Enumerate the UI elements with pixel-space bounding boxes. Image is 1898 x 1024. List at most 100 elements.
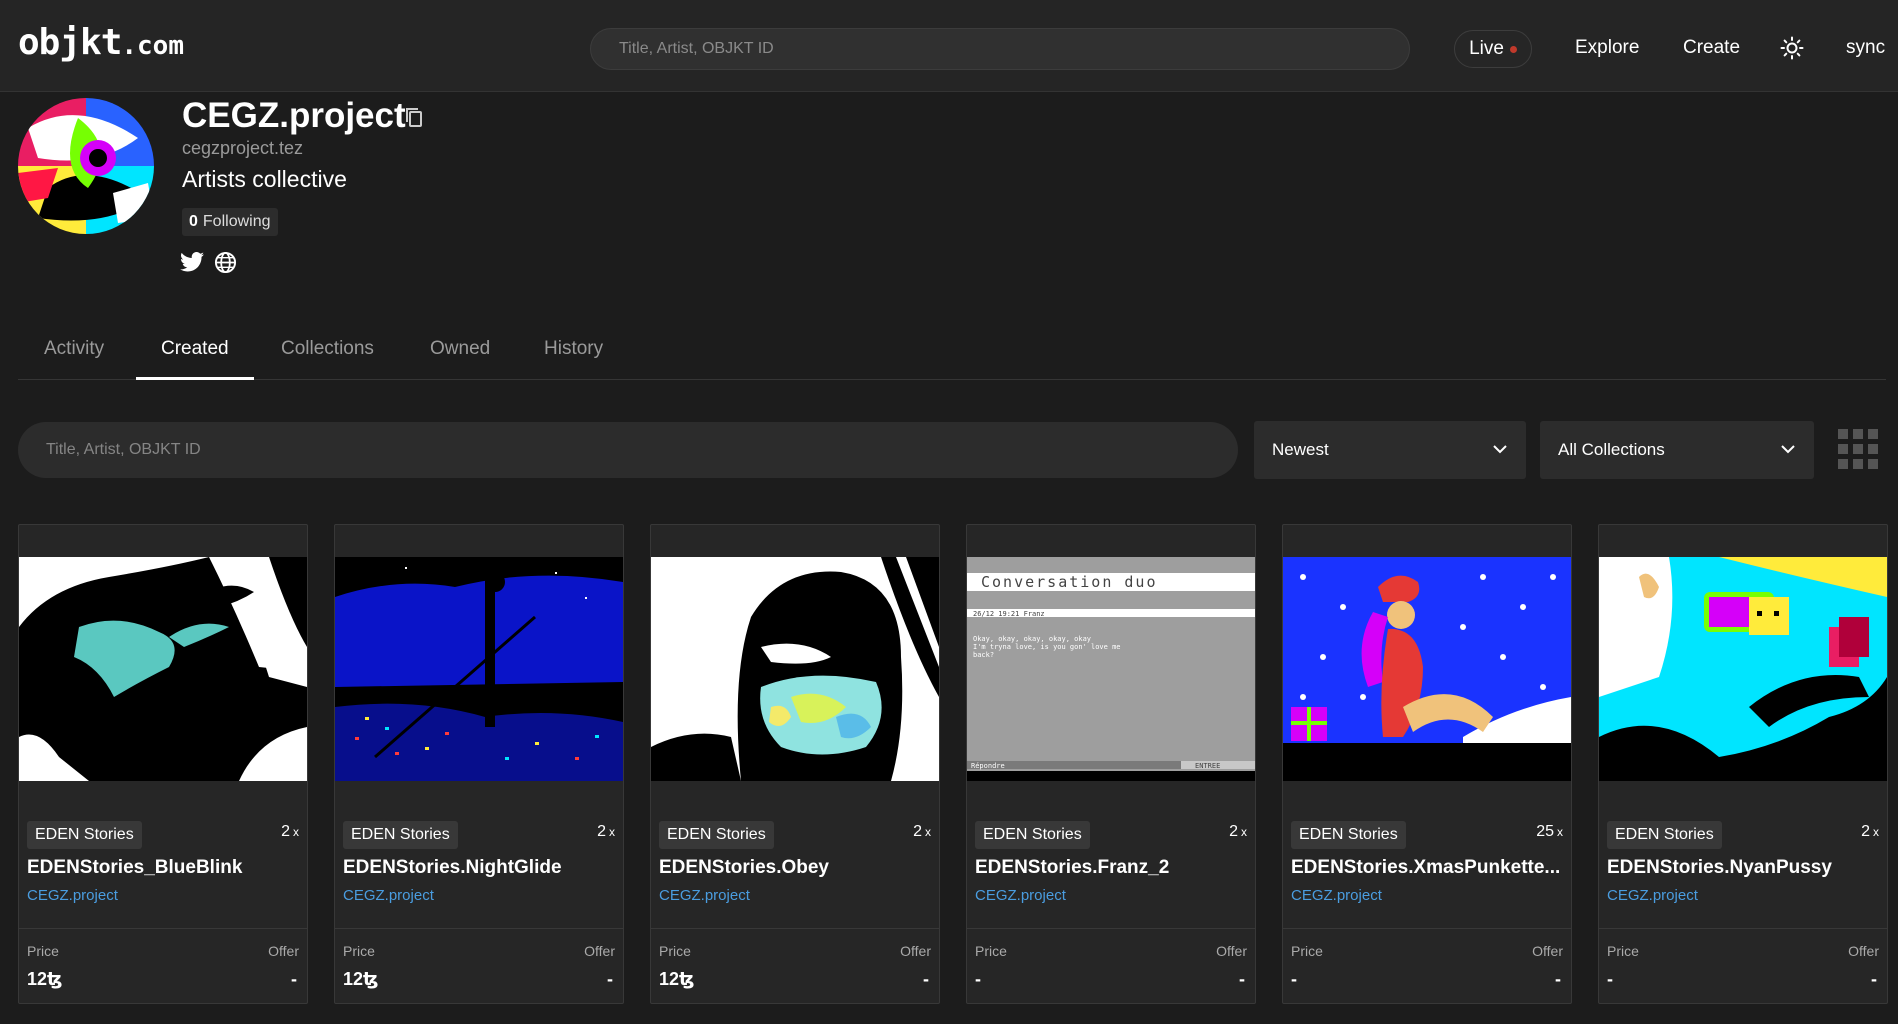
offer-label: Offer — [900, 943, 931, 959]
franz-message-line3: back? — [973, 651, 994, 659]
artist-link[interactable]: CEGZ.project — [1607, 887, 1698, 904]
artist-link[interactable]: CEGZ.project — [975, 887, 1066, 904]
artwork-thumbnail[interactable]: Conversation duo 26/12 19:21 Franz Okay,… — [967, 557, 1255, 781]
live-label: Live — [1469, 38, 1504, 59]
artwork-title[interactable]: EDENStories.Franz_2 — [975, 857, 1249, 879]
artwork-title[interactable]: EDENStories.NightGlide — [343, 857, 617, 879]
artwork-title[interactable]: EDENStories_BlueBlink — [27, 857, 301, 879]
edition-count: 25 x — [1536, 823, 1563, 840]
sun-icon[interactable] — [1780, 36, 1804, 60]
artwork-card[interactable]: EDEN Stories 25 x EDENStories.XmasPunkett… — [1282, 524, 1572, 1004]
franz-enter-label: ENTREE — [1195, 762, 1220, 770]
collection-select[interactable]: All Collections — [1540, 421, 1814, 479]
live-indicator-dot — [1509, 45, 1517, 53]
price-label: Price — [975, 943, 1007, 959]
live-button[interactable]: Live — [1454, 30, 1532, 68]
created-search-input[interactable] — [18, 422, 1238, 478]
sort-select[interactable]: Newest — [1254, 421, 1526, 479]
offer-value: - — [923, 969, 929, 989]
profile-name: CEGZ.project — [182, 96, 406, 135]
profile-avatar — [18, 98, 154, 234]
artwork-thumbnail[interactable] — [651, 557, 939, 781]
collection-value: All Collections — [1558, 440, 1665, 459]
price-value: - — [975, 969, 981, 989]
offer-label: Offer — [268, 943, 299, 959]
twitter-icon[interactable] — [180, 251, 204, 273]
tab-owned[interactable]: Owned — [430, 338, 490, 360]
globe-icon[interactable] — [214, 251, 237, 274]
artist-link[interactable]: CEGZ.project — [1291, 887, 1382, 904]
chevron-down-icon — [1781, 445, 1795, 454]
collection-badge[interactable]: EDEN Stories — [659, 821, 774, 849]
nav-create[interactable]: Create — [1683, 37, 1740, 59]
following-label: Following — [202, 213, 271, 230]
offer-value: - — [1555, 969, 1561, 989]
artwork-title[interactable]: EDENStories.XmasPunkette... — [1291, 857, 1565, 879]
artwork-card[interactable]: EDEN Stories 2x EDENStories.NightGlide C… — [334, 524, 624, 1004]
grid-view-icon[interactable] — [1838, 429, 1878, 469]
top-header: objkt.com Live Explore Create sync — [0, 0, 1898, 92]
offer-label: Offer — [1848, 943, 1879, 959]
franz-message-line1: Okay, okay, okay, okay, okay — [973, 635, 1091, 643]
collection-badge[interactable]: EDEN Stories — [343, 821, 458, 849]
price-value: - — [1607, 969, 1613, 989]
following-badge[interactable]: 0 Following — [182, 208, 278, 236]
objkt-logo[interactable]: objkt.com — [18, 22, 184, 63]
tab-created[interactable]: Created — [161, 338, 229, 360]
price-value: 12ꜩ — [343, 969, 379, 989]
franz-reply-label: Répondre — [971, 762, 1005, 770]
artwork-card[interactable]: EDEN Stories 2x EDENStories.Obey CEGZ.pr… — [650, 524, 940, 1004]
card-footer: Price Offer - - — [967, 928, 1255, 1003]
collection-badge[interactable]: EDEN Stories — [1607, 821, 1722, 849]
artwork-card[interactable]: EDEN Stories 2x EDENStories.NyanPussy CE… — [1598, 524, 1888, 1004]
artist-link[interactable]: CEGZ.project — [659, 887, 750, 904]
profile-tabs: Activity Created Collections Owned Histo… — [18, 330, 1886, 380]
global-search-input[interactable] — [590, 28, 1410, 70]
artwork-thumbnail[interactable] — [19, 557, 307, 781]
franz-timestamp: 26/12 19:21 Franz — [973, 610, 1045, 618]
tab-history[interactable]: History — [544, 338, 603, 360]
tab-activity[interactable]: Activity — [44, 338, 104, 360]
collection-badge[interactable]: EDEN Stories — [27, 821, 142, 849]
price-label: Price — [659, 943, 691, 959]
offer-value: - — [607, 969, 613, 989]
card-footer: Price Offer 12ꜩ - — [19, 928, 307, 1003]
offer-value: - — [1871, 969, 1877, 989]
price-label: Price — [1291, 943, 1323, 959]
artwork-thumbnail[interactable] — [1283, 557, 1571, 781]
artwork-thumbnail[interactable] — [1599, 557, 1887, 781]
card-footer: Price Offer - - — [1599, 928, 1887, 1003]
collection-badge[interactable]: EDEN Stories — [975, 821, 1090, 849]
following-count: 0 — [189, 213, 198, 230]
price-value: 12ꜩ — [659, 969, 695, 989]
nav-explore[interactable]: Explore — [1575, 37, 1639, 59]
price-label: Price — [27, 943, 59, 959]
edition-count: 2x — [913, 823, 931, 840]
artwork-title[interactable]: EDENStories.Obey — [659, 857, 933, 879]
artist-link[interactable]: CEGZ.project — [343, 887, 434, 904]
artwork-title[interactable]: EDENStories.NyanPussy — [1607, 857, 1881, 879]
artist-link[interactable]: CEGZ.project — [27, 887, 118, 904]
artwork-card[interactable]: EDEN Stories 2x EDENStories_BlueBlink CE… — [18, 524, 308, 1004]
price-value: 12ꜩ — [27, 969, 63, 989]
offer-value: - — [1239, 969, 1245, 989]
collection-badge[interactable]: EDEN Stories — [1291, 821, 1406, 849]
card-footer: Price Offer 12ꜩ - — [651, 928, 939, 1003]
profile-bio: Artists collective — [182, 166, 347, 192]
tab-collections[interactable]: Collections — [281, 338, 374, 360]
edition-count: 2x — [1229, 823, 1247, 840]
profile-handle: cegzproject.tez — [182, 138, 304, 158]
chevron-down-icon — [1493, 445, 1507, 454]
artwork-card[interactable]: Conversation duo 26/12 19:21 Franz Okay,… — [966, 524, 1256, 1004]
price-label: Price — [1607, 943, 1639, 959]
sync-button[interactable]: sync — [1846, 37, 1885, 59]
offer-value: - — [291, 969, 297, 989]
copy-icon[interactable] — [404, 107, 426, 129]
franz-message-line2: I'm tryna love, is you gon' love me — [973, 643, 1121, 651]
price-label: Price — [343, 943, 375, 959]
artwork-thumbnail[interactable] — [335, 557, 623, 781]
franz-heading: Conversation duo — [981, 573, 1158, 591]
edition-count: 2x — [597, 823, 615, 840]
edition-count: 2x — [1861, 823, 1879, 840]
offer-label: Offer — [1216, 943, 1247, 959]
